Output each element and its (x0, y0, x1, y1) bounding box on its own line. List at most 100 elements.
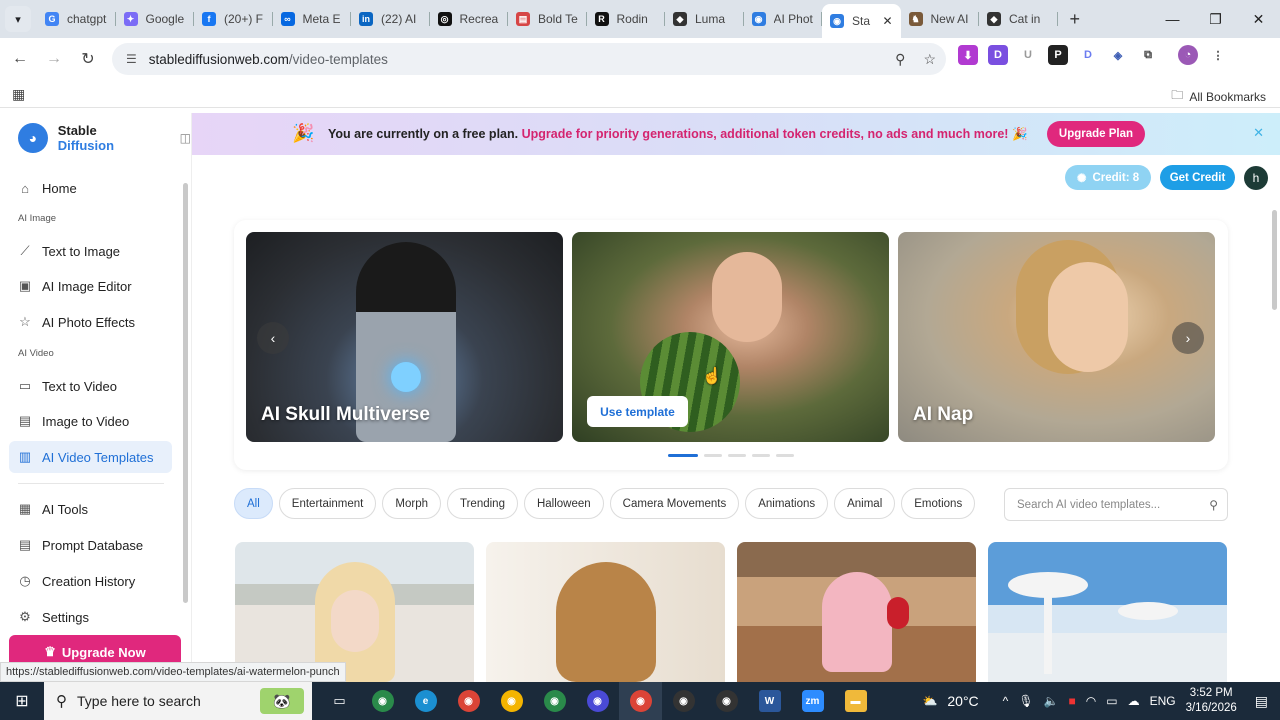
browser-tab[interactable]: Gchatgpt (37, 4, 116, 34)
windows-start-icon[interactable]: ⊞ (0, 691, 44, 711)
main-scrollbar[interactable] (1272, 210, 1277, 310)
sidebar-item-home[interactable]: ⌂ Home (9, 172, 172, 204)
carousel-card-watermelon[interactable]: Use template (572, 232, 889, 442)
sidebar-item-video-templates[interactable]: ▥ AI Video Templates (9, 441, 172, 473)
chrome-profile-icon[interactable]: ◉ (533, 682, 576, 720)
back-arrow-icon[interactable]: ← (3, 50, 37, 68)
browser-tab[interactable]: ◆ Cat in (979, 4, 1058, 34)
template-thumbnail[interactable] (737, 542, 976, 682)
tab-search-chevron-icon[interactable]: ▾ (5, 6, 31, 32)
template-thumbnail[interactable] (988, 542, 1227, 682)
sidebar-item-tools[interactable]: ▦ AI Tools (9, 493, 172, 525)
reload-icon[interactable]: ↻ (71, 49, 105, 69)
zoom-icon[interactable]: zm (791, 682, 834, 720)
sidebar-item-image-to-video[interactable]: ▤ Image to Video (9, 405, 172, 437)
all-bookmarks-button[interactable]: 🗀 All Bookmarks (1171, 86, 1266, 107)
sidebar-scrollbar[interactable] (183, 183, 188, 603)
clock[interactable]: 3:52 PM 3/16/2026 (1186, 686, 1237, 716)
task-view-icon[interactable]: ▭ (318, 682, 361, 720)
brand-logo[interactable]: ◕ Stable Diffusion ◫ (18, 123, 191, 153)
sidebar-item-image-editor[interactable]: ▣ AI Image Editor (9, 270, 172, 302)
template-thumbnail[interactable] (235, 542, 474, 682)
close-window-icon[interactable]: ✕ (1237, 0, 1280, 38)
sidebar-item-prompt-database[interactable]: ▤ Prompt Database (9, 529, 172, 561)
get-credit-button[interactable]: Get Credit (1160, 165, 1235, 190)
browser-tab[interactable]: ◎ Recrea (430, 4, 509, 34)
banner-close-icon[interactable]: ✕ (1253, 125, 1264, 141)
credit-badge[interactable]: ✺ Credit: 8 (1065, 165, 1151, 190)
filter-chip[interactable]: Emotions (901, 488, 976, 519)
filter-chip[interactable]: Trending (447, 488, 518, 519)
browser-tab[interactable]: R Rodin (587, 4, 666, 34)
filter-chip[interactable]: Morph (382, 488, 441, 519)
browser-tab[interactable]: ◉ AI Phot (744, 4, 823, 34)
word-icon[interactable]: W (748, 682, 791, 720)
collapse-sidebar-icon[interactable]: ◫ (180, 131, 191, 145)
microphone-icon[interactable]: 🎙 (1018, 694, 1033, 708)
network-icon[interactable]: ◠ (1086, 694, 1096, 708)
carousel-dot[interactable] (668, 454, 698, 457)
browser-tab[interactable]: ✦ Google (116, 4, 195, 34)
carousel-next-chevron-icon[interactable]: › (1172, 322, 1204, 354)
sidebar-item-creation-history[interactable]: ◷ Creation History (9, 565, 172, 597)
gem-extension-icon[interactable]: ◈ (1108, 45, 1128, 65)
site-info-icon[interactable]: ☰ (126, 52, 137, 66)
filter-chip[interactable]: Halloween (523, 488, 604, 519)
chrome-active-icon[interactable]: ◉ (619, 682, 662, 720)
profile-avatar-icon[interactable]: ◔ (1178, 45, 1198, 65)
temperature[interactable]: 20°C (947, 693, 978, 709)
download-extension-icon[interactable]: ⬇ (958, 45, 978, 65)
u-extension-icon[interactable]: U (1018, 45, 1038, 65)
chrome-icon[interactable]: ◉ (447, 682, 490, 720)
carousel-card-nap[interactable]: AI Nap (898, 232, 1215, 442)
sidebar-item-settings[interactable]: ⚙ Settings (9, 601, 172, 633)
sidebar-item-photo-effects[interactable]: ☆ AI Photo Effects (9, 306, 172, 338)
edge-icon[interactable]: e (404, 682, 447, 720)
notifications-icon[interactable]: ▤ (1255, 693, 1268, 710)
filter-chip[interactable]: Animal (834, 488, 896, 519)
browser-tab[interactable]: f (20+) F (194, 4, 273, 34)
user-avatar[interactable]: h (1244, 166, 1268, 190)
browser-tab[interactable]: ▤ Bold Te (508, 4, 587, 34)
carousel-dot[interactable] (752, 454, 770, 457)
puzzle-extensions-icon[interactable]: ⧉ (1138, 45, 1158, 65)
chrome-profile-icon[interactable]: ◉ (662, 682, 705, 720)
taskbar-search[interactable]: ⚲ Type here to search 🐼 (44, 682, 312, 720)
d-extension-icon[interactable]: D (988, 45, 1008, 65)
chrome-profile-icon[interactable]: ◉ (361, 682, 404, 720)
carousel-dot[interactable] (704, 454, 722, 457)
input-language[interactable]: ENG (1150, 694, 1176, 708)
browser-tab[interactable]: ◆ Luma (665, 4, 744, 34)
carousel-card-skull-multiverse[interactable]: AI Skull Multiverse (246, 232, 563, 442)
chrome-profile-icon[interactable]: ◉ (576, 682, 619, 720)
apps-grid-icon[interactable]: ▦ (12, 86, 25, 103)
chrome-profile-icon[interactable]: ◉ (705, 682, 748, 720)
upgrade-plan-button[interactable]: Upgrade Plan (1047, 121, 1145, 147)
template-search-input[interactable] (1017, 498, 1202, 511)
filter-chip[interactable]: Entertainment (278, 488, 377, 519)
forward-arrow-icon[interactable]: → (37, 50, 71, 68)
template-thumbnail[interactable] (486, 542, 725, 682)
battery-icon[interactable]: ▭ (1106, 694, 1117, 708)
p-extension-icon[interactable]: P (1048, 45, 1068, 65)
weather-icon[interactable]: ⛅ (922, 694, 937, 708)
browser-tab[interactable]: ♞ New AI (901, 4, 980, 34)
bookmark-star-icon[interactable]: ☆ (923, 51, 936, 68)
volume-icon[interactable]: 🔈 (1044, 694, 1059, 708)
search-icon[interactable]: ⚲ (1209, 498, 1218, 512)
panda-widget-icon[interactable]: 🐼 (260, 688, 304, 714)
sidebar-item-text-to-video[interactable]: ▭ Text to Video (9, 370, 172, 402)
chrome-icon[interactable]: ◉ (490, 682, 533, 720)
template-search[interactable]: ⚲ (1004, 488, 1228, 521)
restore-icon[interactable]: ❐ (1194, 0, 1237, 38)
carousel-dot[interactable] (728, 454, 746, 457)
carousel-dot[interactable] (776, 454, 794, 457)
new-tab-plus-icon[interactable]: + (1070, 9, 1081, 30)
address-bar[interactable]: ☰ stablediffusionweb.com/video-templates… (112, 43, 946, 75)
recording-icon[interactable]: ■ (1069, 694, 1076, 708)
filter-chip[interactable]: All (234, 488, 273, 519)
filter-chip[interactable]: Camera Movements (609, 488, 740, 519)
use-template-button[interactable]: Use template (587, 396, 688, 427)
carousel-prev-chevron-icon[interactable]: ‹ (257, 322, 289, 354)
file-explorer-folder-icon[interactable]: ▬ (834, 682, 877, 720)
